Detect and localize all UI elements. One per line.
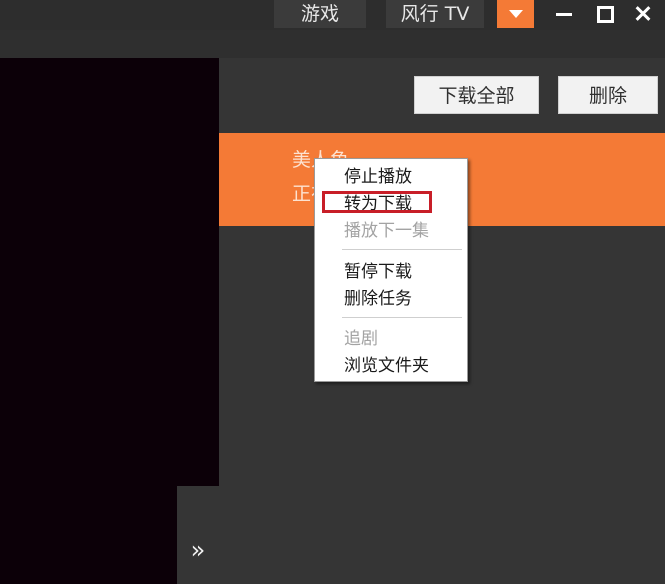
fengxing-tv-button[interactable]: 风行 TV [386,0,484,28]
video-player-area-lower [0,486,177,584]
menu-item-browse-folder[interactable]: 浏览文件夹 [344,354,429,378]
menu-separator [342,249,462,250]
menu-item-stop-playback[interactable]: 停止播放 [344,165,412,189]
games-button[interactable]: 游戏 [274,0,366,28]
highlight-annotation-box [322,191,432,213]
minimize-icon[interactable] [548,0,580,28]
maximize-icon[interactable] [588,0,620,28]
menu-item-follow-series: 追剧 [344,329,378,349]
menu-separator [342,317,462,318]
close-icon[interactable] [628,0,660,28]
menu-item-pause-download[interactable]: 暂停下载 [344,260,412,284]
expand-sidebar-button[interactable]: » [177,486,219,584]
app-window: 游戏 风行 TV 下载全部 删除 美人鱼 正在 » 停止播放 转为下载 播放下一… [0,0,665,584]
triangle-down-icon [509,10,523,18]
menu-dropdown-button[interactable] [497,0,534,28]
download-all-button[interactable]: 下载全部 [414,76,539,114]
delete-button[interactable]: 删除 [558,76,658,114]
video-player-area[interactable] [0,58,219,486]
title-bar: 游戏 风行 TV [0,0,665,30]
menu-item-play-next-episode: 播放下一集 [344,221,429,241]
menu-item-delete-task[interactable]: 删除任务 [344,287,412,311]
